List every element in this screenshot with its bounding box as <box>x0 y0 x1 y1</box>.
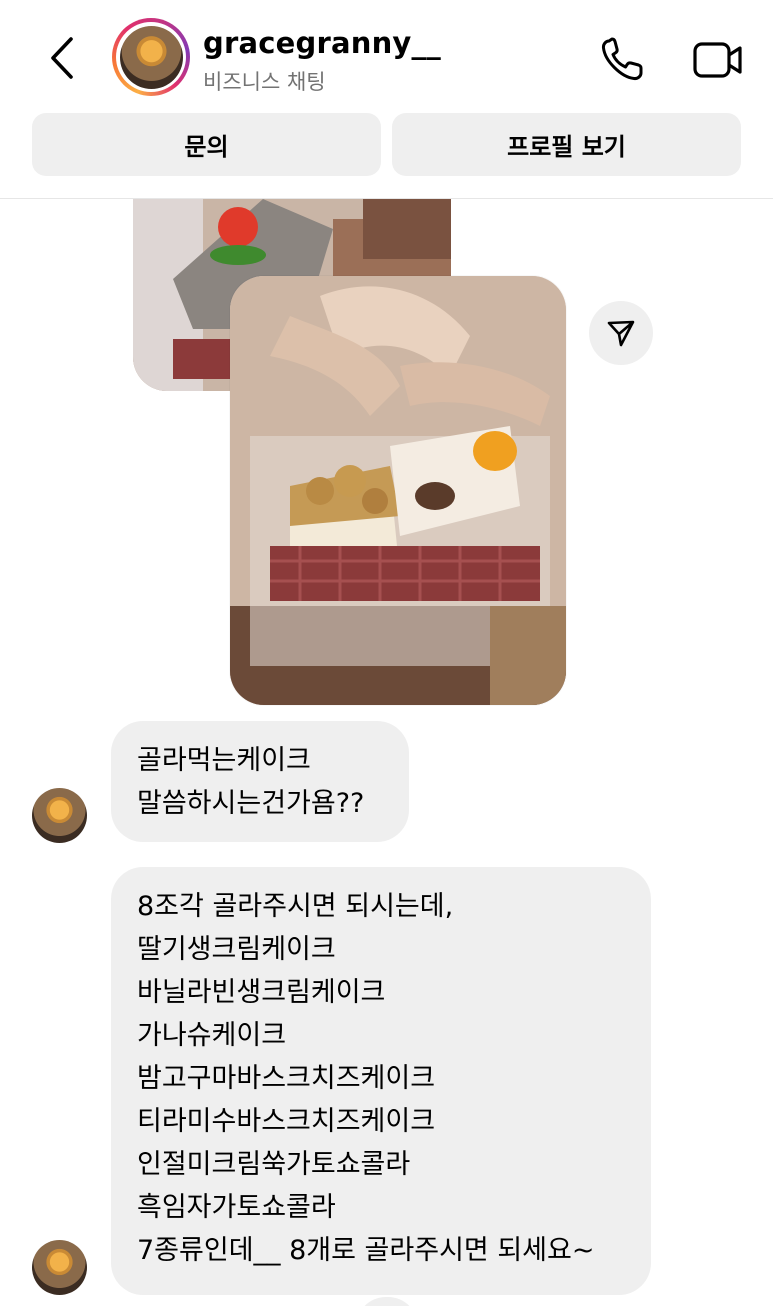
avatar-image <box>119 25 183 89</box>
sender-avatar[interactable] <box>32 1240 87 1295</box>
chat-screen: gracegranny__ 비즈니스 채팅 문의 프로필 보기 골라먹는케이크 … <box>0 0 773 1306</box>
video-camera-icon <box>693 42 742 78</box>
message-line: 말씀하시는건가욤?? <box>137 788 365 819</box>
send-icon <box>607 320 635 347</box>
chevron-left-icon <box>51 37 73 79</box>
message-line: 바닐라빈생크림케이크 <box>137 977 386 1008</box>
message-line: 티라미수바스크치즈케이크 <box>137 1106 436 1137</box>
sender-avatar[interactable] <box>32 788 87 843</box>
username[interactable]: gracegranny__ <box>203 26 441 60</box>
phone-icon <box>601 37 643 81</box>
next-message-peek <box>356 1297 418 1306</box>
view-profile-button[interactable]: 프로필 보기 <box>392 113 741 176</box>
message-line: 밤고구마바스크치즈케이크 <box>137 1063 436 1094</box>
inquiry-button[interactable]: 문의 <box>32 113 381 176</box>
profile-avatar[interactable] <box>112 18 190 96</box>
message-line: 흑임자가토쇼콜라 <box>137 1192 336 1223</box>
message-line: 가나슈케이크 <box>137 1020 287 1051</box>
share-button[interactable] <box>589 301 653 365</box>
chat-header: gracegranny__ 비즈니스 채팅 <box>0 0 773 110</box>
message-bubble[interactable]: 골라먹는케이크 말씀하시는건가욤?? <box>111 721 409 842</box>
call-button[interactable] <box>596 34 648 86</box>
message-thread: 골라먹는케이크 말씀하시는건가욤?? 8조각 골라주시면 되시는데, 딸기생크림… <box>0 199 773 1306</box>
message-line: 8조각 골라주시면 되시는데, <box>137 891 454 922</box>
message-bubble[interactable]: 8조각 골라주시면 되시는데, 딸기생크림케이크 바닐라빈생크림케이크 가나슈케… <box>111 867 651 1295</box>
chat-subtitle: 비즈니스 채팅 <box>203 70 326 94</box>
back-button[interactable] <box>42 32 82 84</box>
message-line: 딸기생크림케이크 <box>137 934 336 965</box>
message-line: 인절미크림쑥가토쇼콜라 <box>137 1149 411 1180</box>
cake-photo-image <box>230 276 566 705</box>
shared-photo[interactable] <box>230 276 566 705</box>
video-call-button[interactable] <box>690 34 746 86</box>
message-line: 7종류인데__ 8개로 골라주시면 되세요~ <box>137 1235 595 1266</box>
message-line: 골라먹는케이크 <box>137 745 311 776</box>
